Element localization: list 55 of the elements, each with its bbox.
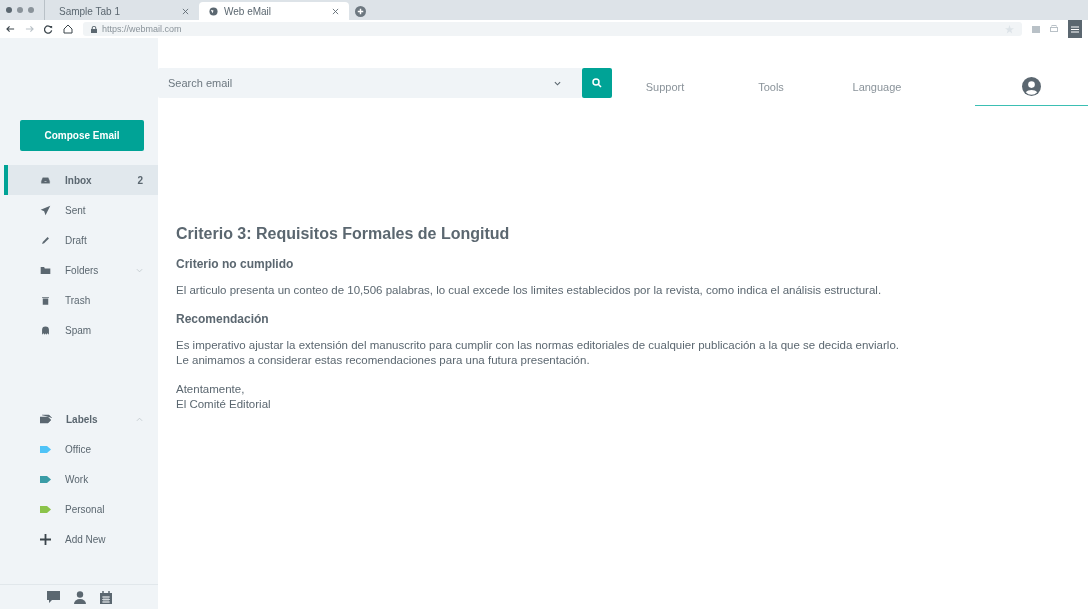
dropdown-caret-icon[interactable] [554, 81, 561, 86]
folder-item[interactable]: Trash [4, 285, 158, 315]
browser-tab[interactable]: Sample Tab 1 [49, 2, 199, 20]
folder-icon [40, 264, 51, 276]
labels-header[interactable]: Labels [4, 404, 158, 434]
tab-title: Web eMail [224, 5, 273, 17]
inbox-icon [40, 174, 51, 186]
draft-icon [40, 234, 51, 246]
window-dot[interactable] [28, 7, 34, 13]
close-icon[interactable] [182, 7, 189, 15]
calendar-icon[interactable] [99, 590, 112, 604]
section-heading: Criterio no cumplido [176, 257, 295, 271]
window-dot[interactable] [6, 7, 12, 13]
label-item[interactable]: Office [4, 434, 158, 464]
tab-title: Sample Tab 1 [59, 5, 121, 17]
window-dot[interactable] [17, 7, 23, 13]
search-button[interactable] [582, 68, 612, 98]
sent-icon [40, 204, 51, 216]
message-title: Criterio 3: Requisitos Formales de Longitud [176, 225, 511, 243]
person-icon[interactable] [73, 590, 86, 604]
spam-icon [40, 324, 51, 336]
folder-item[interactable]: Draft [4, 225, 158, 255]
reload-icon[interactable] [44, 24, 53, 34]
folder-item[interactable]: Sent [4, 195, 158, 225]
trash-icon [40, 294, 51, 306]
menu-icon[interactable] [1068, 20, 1082, 38]
address-bar[interactable]: https://webmail.com [83, 22, 1022, 36]
label-item[interactable]: Personal [4, 494, 158, 524]
message-paragraph: Atentamente, El Comité Editorial [176, 381, 272, 412]
avatar-icon [1022, 77, 1041, 96]
nav-link[interactable]: Tools [718, 68, 824, 106]
folder-item[interactable]: Spam [4, 315, 158, 345]
search-icon [592, 78, 602, 88]
message-paragraph: El articulo presenta un conteo de 10,506 palabras, lo cual excede los limites establecidos por la revista, como indica el análisis estructural. [176, 283, 883, 298]
unread-count: 2 [137, 174, 143, 186]
lock-icon [91, 25, 97, 33]
message-paragraph: Es imperativo ajustar la extensión del manuscrito para cumplir con las normas editoriales de cualquier publicación a la que se decida enviarlo. Le animamos a considerar estas recomendaciones para una futura presentación. [176, 337, 900, 368]
folder-item[interactable]: Inbox 2 [4, 165, 158, 195]
home-icon[interactable] [63, 24, 73, 34]
plus-icon [40, 533, 51, 545]
tags-icon [40, 414, 52, 424]
compose-email-button[interactable]: Compose Email [20, 120, 144, 151]
label-item[interactable]: Work [4, 464, 158, 494]
back-arrow-icon[interactable] [6, 25, 15, 33]
nav-link[interactable]: Support [612, 68, 718, 106]
browser-tab[interactable]: Web eMail [199, 2, 349, 20]
new-tab-icon[interactable] [355, 6, 366, 17]
folder-item[interactable]: Folders [4, 255, 158, 285]
nav-link[interactable]: Language [824, 68, 930, 106]
add-new-label[interactable]: Add New [4, 524, 158, 554]
search-field[interactable]: Search email [158, 68, 582, 98]
globe-icon [209, 6, 218, 16]
chat-icon[interactable] [46, 590, 60, 604]
close-icon[interactable] [332, 7, 339, 15]
section-heading: Recomendación [176, 311, 270, 326]
